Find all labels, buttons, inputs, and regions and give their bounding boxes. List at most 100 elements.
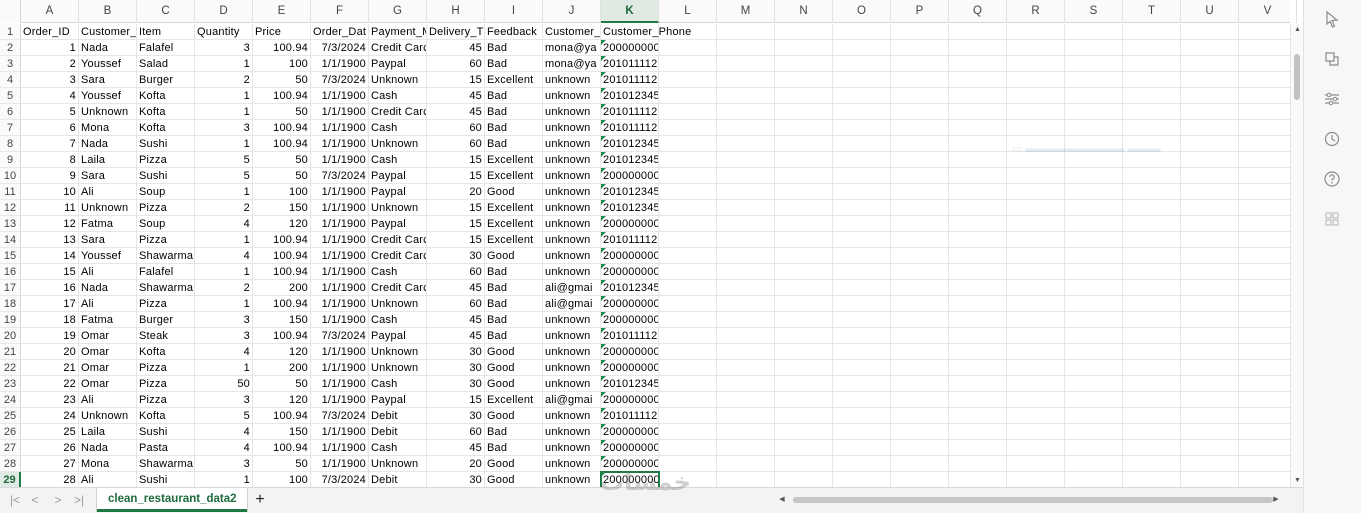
cell-p4[interactable]: [891, 72, 949, 88]
cell-f19[interactable]: 1/1/1900: [311, 312, 369, 328]
cell-t2[interactable]: [1123, 40, 1181, 56]
cell-u26[interactable]: [1181, 424, 1239, 440]
column-header-g[interactable]: G: [369, 0, 427, 23]
cell-p9[interactable]: [891, 152, 949, 168]
cell-q11[interactable]: [949, 184, 1007, 200]
row-header-8[interactable]: 8: [0, 136, 21, 152]
cell-g13[interactable]: Paypal: [369, 216, 427, 232]
cell-r19[interactable]: [1007, 312, 1065, 328]
cell-a14[interactable]: 13: [21, 232, 79, 248]
cell-k20[interactable]: 201011112222: [601, 328, 659, 344]
cell-o18[interactable]: [833, 296, 891, 312]
cell-p20[interactable]: [891, 328, 949, 344]
cell-i8[interactable]: Bad: [485, 136, 543, 152]
cell-l7[interactable]: [659, 120, 717, 136]
cell-l20[interactable]: [659, 328, 717, 344]
cell-b20[interactable]: Omar: [79, 328, 137, 344]
cell-b21[interactable]: Omar: [79, 344, 137, 360]
cell-b5[interactable]: Youssef: [79, 88, 137, 104]
cell-a11[interactable]: 10: [21, 184, 79, 200]
cell-t5[interactable]: [1123, 88, 1181, 104]
cell-p26[interactable]: [891, 424, 949, 440]
cell-d3[interactable]: 1: [195, 56, 253, 72]
cell-k6[interactable]: 201011112222: [601, 104, 659, 120]
cell-h4[interactable]: 15: [427, 72, 485, 88]
cell-s28[interactable]: [1065, 456, 1123, 472]
cell-l23[interactable]: [659, 376, 717, 392]
cell-v21[interactable]: [1239, 344, 1297, 360]
cell-u9[interactable]: [1181, 152, 1239, 168]
cell-r7[interactable]: [1007, 120, 1065, 136]
cell-i14[interactable]: Excellent: [485, 232, 543, 248]
cell-g25[interactable]: Debit: [369, 408, 427, 424]
cell-j22[interactable]: unknown: [543, 360, 601, 376]
cell-f16[interactable]: 1/1/1900: [311, 264, 369, 280]
row-header-13[interactable]: 13: [0, 216, 21, 232]
filter-settings-icon[interactable]: [1322, 89, 1342, 109]
cell-t20[interactable]: [1123, 328, 1181, 344]
cell-m15[interactable]: [717, 248, 775, 264]
cell-g16[interactable]: Cash: [369, 264, 427, 280]
column-header-r[interactable]: R: [1007, 0, 1065, 23]
cell-b17[interactable]: Nada: [79, 280, 137, 296]
cell-i16[interactable]: Bad: [485, 264, 543, 280]
cell-i26[interactable]: Bad: [485, 424, 543, 440]
cell-k16[interactable]: 200000000000: [601, 264, 659, 280]
cell-j7[interactable]: unknown: [543, 120, 601, 136]
cell-n19[interactable]: [775, 312, 833, 328]
cell-s1[interactable]: [1065, 24, 1123, 40]
cell-d14[interactable]: 1: [195, 232, 253, 248]
cell-k23[interactable]: 201012345678: [601, 376, 659, 392]
column-header-b[interactable]: B: [79, 0, 137, 23]
cell-t21[interactable]: [1123, 344, 1181, 360]
cell-k21[interactable]: 200000000000: [601, 344, 659, 360]
cell-o11[interactable]: [833, 184, 891, 200]
row-header-3[interactable]: 3: [0, 56, 21, 72]
cell-o8[interactable]: [833, 136, 891, 152]
cell-u15[interactable]: [1181, 248, 1239, 264]
cell-h5[interactable]: 45: [427, 88, 485, 104]
cell-q21[interactable]: [949, 344, 1007, 360]
cell-o7[interactable]: [833, 120, 891, 136]
cell-v1[interactable]: [1239, 24, 1297, 40]
cell-q6[interactable]: [949, 104, 1007, 120]
cell-e10[interactable]: 50: [253, 168, 311, 184]
cell-v10[interactable]: [1239, 168, 1297, 184]
cell-g29[interactable]: Debit: [369, 472, 427, 487]
cell-c21[interactable]: Kofta: [137, 344, 195, 360]
cell-t13[interactable]: [1123, 216, 1181, 232]
cell-p7[interactable]: [891, 120, 949, 136]
cell-l5[interactable]: [659, 88, 717, 104]
cell-m29[interactable]: [717, 472, 775, 487]
cell-r21[interactable]: [1007, 344, 1065, 360]
cell-g6[interactable]: Credit Carc: [369, 104, 427, 120]
cell-p25[interactable]: [891, 408, 949, 424]
row-header-14[interactable]: 14: [0, 232, 21, 248]
cell-s2[interactable]: [1065, 40, 1123, 56]
cell-o29[interactable]: [833, 472, 891, 487]
cell-u21[interactable]: [1181, 344, 1239, 360]
cell-p22[interactable]: [891, 360, 949, 376]
cell-l26[interactable]: [659, 424, 717, 440]
cell-g27[interactable]: Cash: [369, 440, 427, 456]
cell-c28[interactable]: Shawarma: [137, 456, 195, 472]
cell-f13[interactable]: 1/1/1900: [311, 216, 369, 232]
cell-m2[interactable]: [717, 40, 775, 56]
cell-v3[interactable]: [1239, 56, 1297, 72]
cell-f1[interactable]: Order_Dat: [311, 24, 369, 40]
cell-o17[interactable]: [833, 280, 891, 296]
cell-q20[interactable]: [949, 328, 1007, 344]
cell-e21[interactable]: 120: [253, 344, 311, 360]
cell-a12[interactable]: 11: [21, 200, 79, 216]
cell-u23[interactable]: [1181, 376, 1239, 392]
cell-f9[interactable]: 1/1/1900: [311, 152, 369, 168]
cell-c18[interactable]: Pizza: [137, 296, 195, 312]
cell-q14[interactable]: [949, 232, 1007, 248]
cell-a4[interactable]: 3: [21, 72, 79, 88]
cell-r25[interactable]: [1007, 408, 1065, 424]
vertical-scrollbar[interactable]: ▲ ▼: [1290, 24, 1303, 487]
cell-p28[interactable]: [891, 456, 949, 472]
cell-o3[interactable]: [833, 56, 891, 72]
cell-b22[interactable]: Omar: [79, 360, 137, 376]
cell-p24[interactable]: [891, 392, 949, 408]
